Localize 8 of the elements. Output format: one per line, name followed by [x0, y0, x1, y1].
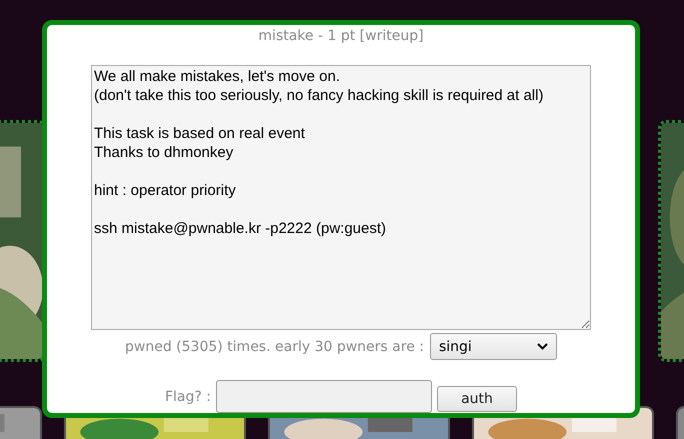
dialog-title: mistake - 1 pt [writeup]: [258, 28, 424, 44]
flag-label: Flag? :: [164, 388, 211, 404]
chevron-down-icon: [536, 343, 548, 350]
pwned-count-text: pwned (5305) times. early 30 pwners are :: [125, 338, 424, 354]
pwners-select[interactable]: singi: [430, 333, 557, 360]
flag-input[interactable]: [216, 380, 432, 413]
auth-button[interactable]: auth: [437, 386, 517, 412]
description-field[interactable]: We all make mistakes, let's move on. (don't take this too seriously, no fancy hacking skill is required at all) This task is based on real event Thanks to dhmonkey hint : operator priority ssh mistake@pwnable.kr -p2222 (pw:guest): [91, 65, 591, 330]
